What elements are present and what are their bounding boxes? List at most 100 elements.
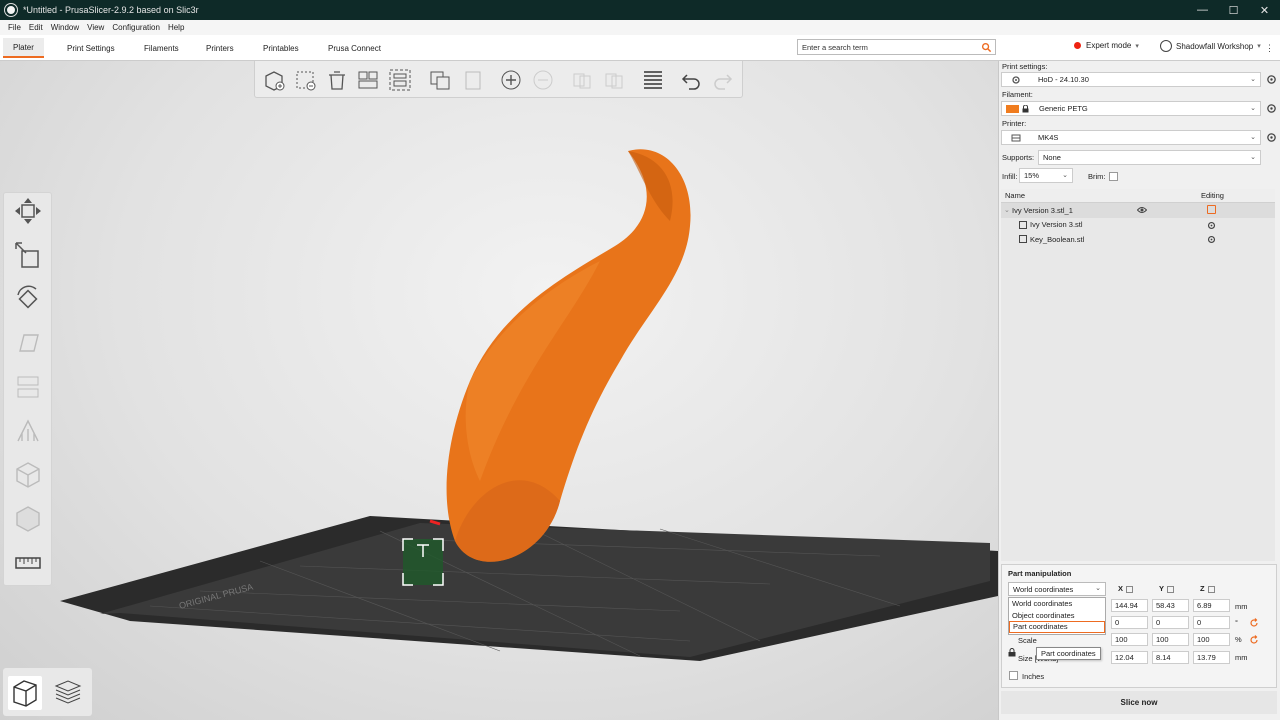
object-row[interactable]: ⌄ Ivy Version 3.stl_1 bbox=[1001, 203, 1275, 218]
reset-rotation-icon[interactable] bbox=[1249, 618, 1259, 628]
gear-icon bbox=[1012, 75, 1020, 84]
sidebar: Print settings: HoD - 24.10.30 ⌄ Filamen… bbox=[998, 61, 1280, 720]
tab-plater[interactable]: Plater bbox=[3, 38, 44, 58]
lock-scale-icon[interactable] bbox=[1008, 648, 1016, 657]
tab-bar: Plater Print Settings Filaments Printers… bbox=[0, 35, 1280, 61]
arrange-icon[interactable] bbox=[356, 68, 380, 92]
add-instance-icon[interactable] bbox=[499, 68, 523, 92]
tab-printables[interactable]: Printables bbox=[253, 38, 309, 58]
menu-edit[interactable]: Edit bbox=[25, 23, 47, 32]
scale-icon[interactable] bbox=[12, 239, 44, 271]
print-settings-combo[interactable]: HoD - 24.10.30 ⌄ bbox=[1001, 72, 1261, 87]
account-icon bbox=[1160, 40, 1172, 52]
rotation-y-input[interactable]: 0 bbox=[1152, 616, 1189, 629]
slice-now-button[interactable]: Slice now bbox=[1001, 691, 1277, 714]
chevron-down-icon: ▾ bbox=[1257, 43, 1261, 50]
filament-gear-icon[interactable] bbox=[1266, 103, 1277, 114]
part-settings-gear-icon[interactable] bbox=[1207, 221, 1216, 230]
tab-printers[interactable]: Printers bbox=[196, 38, 244, 58]
rotation-z-input[interactable]: 0 bbox=[1193, 616, 1230, 629]
scale-z-input[interactable]: 100 bbox=[1193, 633, 1230, 646]
search-icon[interactable] bbox=[981, 42, 992, 53]
mode-label: Expert mode bbox=[1086, 41, 1132, 50]
filament-color-swatch[interactable] bbox=[1006, 104, 1019, 113]
part-settings-gear-icon[interactable] bbox=[1207, 235, 1216, 244]
part-row[interactable]: Key_Boolean.stl bbox=[1001, 232, 1275, 247]
option-object-coordinates[interactable]: Object coordinates bbox=[1009, 610, 1105, 622]
delete-icon[interactable] bbox=[293, 68, 317, 92]
scale-y-input[interactable]: 100 bbox=[1152, 633, 1189, 646]
size-y-input[interactable]: 8.14 bbox=[1152, 651, 1189, 664]
place-on-face-icon bbox=[19, 334, 39, 352]
infill-combo[interactable]: 15% ⌄ bbox=[1019, 168, 1073, 183]
collapse-icon[interactable]: ⌄ bbox=[1004, 206, 1010, 214]
position-y-input[interactable]: 58.43 bbox=[1152, 599, 1189, 612]
left-toolbar bbox=[3, 192, 52, 586]
close-button[interactable]: ✕ bbox=[1249, 0, 1280, 20]
part-icon bbox=[1019, 220, 1027, 229]
settings-gear-icon[interactable] bbox=[1266, 74, 1277, 85]
more-menu-icon[interactable]: ⋮ bbox=[1265, 43, 1274, 54]
3d-view-icon[interactable] bbox=[8, 676, 42, 710]
layers-editing-icon[interactable] bbox=[641, 68, 665, 92]
infill-value: 15% bbox=[1024, 171, 1040, 180]
3d-scene[interactable]: ORIGINAL PRUSA bbox=[0, 61, 998, 720]
rotate-icon[interactable] bbox=[12, 283, 44, 315]
menu-file[interactable]: File bbox=[4, 23, 25, 32]
size-x-input[interactable]: 12.04 bbox=[1111, 651, 1148, 664]
delete-all-icon[interactable] bbox=[325, 68, 349, 92]
tab-print-settings[interactable]: Print Settings bbox=[57, 38, 125, 58]
preview-icon[interactable] bbox=[51, 676, 85, 710]
minimize-button[interactable]: — bbox=[1187, 0, 1218, 20]
chevron-down-icon: ⌄ bbox=[1095, 585, 1101, 592]
size-z-input[interactable]: 13.79 bbox=[1193, 651, 1230, 664]
axis-x-label: X bbox=[1118, 584, 1134, 593]
menu-view[interactable]: View bbox=[83, 23, 108, 32]
size-unit: mm bbox=[1235, 653, 1248, 662]
mode-selector[interactable]: Expert mode ▾ bbox=[1074, 41, 1139, 50]
position-z-input[interactable]: 6.89 bbox=[1193, 599, 1230, 612]
tab-prusa-connect[interactable]: Prusa Connect bbox=[318, 38, 391, 58]
part-name: Key_Boolean.stl bbox=[1030, 234, 1085, 244]
chevron-down-icon: ▾ bbox=[1135, 42, 1139, 50]
menu-window[interactable]: Window bbox=[47, 23, 83, 32]
paste-icon[interactable] bbox=[461, 68, 485, 92]
tab-filaments[interactable]: Filaments bbox=[134, 38, 189, 58]
brim-checkbox[interactable] bbox=[1109, 172, 1118, 181]
move-icon[interactable] bbox=[12, 195, 44, 227]
arrange-selection-icon[interactable] bbox=[388, 68, 412, 92]
split-objects-icon bbox=[573, 73, 591, 89]
printer-combo[interactable]: MK4S ⌄ bbox=[1001, 130, 1261, 145]
workspace-account[interactable]: Shadowfall Workshop ▾ bbox=[1160, 40, 1261, 52]
coordinates-dropdown: World coordinates Object coordinates Par… bbox=[1008, 597, 1106, 635]
maximize-button[interactable]: ☐ bbox=[1218, 0, 1249, 20]
eye-icon[interactable] bbox=[1137, 206, 1147, 214]
menu-configuration[interactable]: Configuration bbox=[108, 23, 164, 32]
option-part-coordinates[interactable]: Part coordinates bbox=[1009, 621, 1105, 633]
column-editing[interactable]: Editing bbox=[1201, 191, 1224, 200]
supports-combo[interactable]: None ⌄ bbox=[1038, 150, 1261, 165]
reset-scale-icon[interactable] bbox=[1249, 635, 1259, 645]
position-x-input[interactable]: 144.94 bbox=[1111, 599, 1148, 612]
part-row[interactable]: Ivy Version 3.stl bbox=[1001, 218, 1275, 233]
undo-icon[interactable] bbox=[679, 68, 703, 92]
option-world-coordinates[interactable]: World coordinates bbox=[1009, 598, 1105, 610]
rotation-x-input[interactable]: 0 bbox=[1111, 616, 1148, 629]
search-placeholder: Enter a search term bbox=[802, 42, 868, 52]
scale-x-input[interactable]: 100 bbox=[1111, 633, 1148, 646]
split-parts-icon bbox=[605, 73, 623, 89]
column-name[interactable]: Name bbox=[1005, 191, 1025, 200]
search-input[interactable]: Enter a search term bbox=[797, 39, 996, 55]
menu-help[interactable]: Help bbox=[164, 23, 188, 32]
filament-combo[interactable]: Generic PETG ⌄ bbox=[1001, 101, 1261, 116]
axis-z-icon bbox=[1207, 585, 1215, 593]
coordinates-combo[interactable]: World coordinates ⌄ bbox=[1008, 582, 1106, 596]
part-name: Ivy Version 3.stl bbox=[1030, 220, 1083, 230]
chevron-down-icon: ⌄ bbox=[1250, 105, 1256, 112]
add-icon[interactable] bbox=[262, 68, 286, 92]
editing-icon[interactable] bbox=[1207, 205, 1216, 214]
copy-icon[interactable] bbox=[428, 68, 452, 92]
printer-gear-icon[interactable] bbox=[1266, 132, 1277, 143]
measure-icon[interactable] bbox=[12, 547, 44, 579]
inches-checkbox[interactable] bbox=[1009, 671, 1018, 680]
